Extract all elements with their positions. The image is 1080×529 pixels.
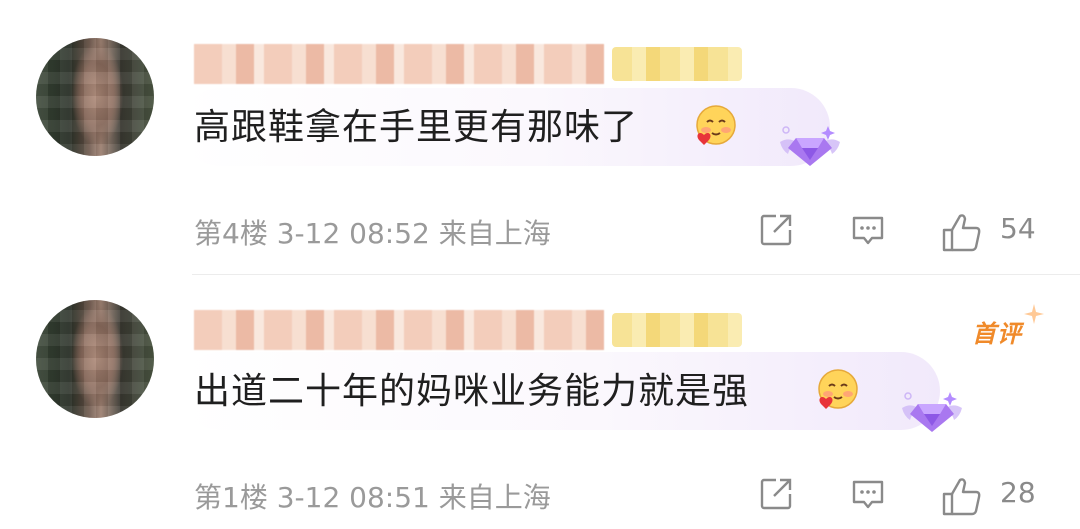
username-blurred[interactable] <box>194 310 604 350</box>
comment-meta: 第1楼 3-12 08:51 来自上海 <box>194 476 551 516</box>
blush-heart-emoji-icon <box>818 369 858 409</box>
like-count: 28 <box>1000 476 1036 509</box>
comment-text: 出道二十年的妈咪业务能力就是强 <box>194 371 750 412</box>
comment-date: 3-12 08:52 <box>276 217 430 250</box>
comment-location: 来自上海 <box>438 481 551 514</box>
user-tag-blurred <box>612 313 742 347</box>
comment-item: 高跟鞋拿在手里更有那味了 第4楼 3-12 08:52 来自上海 54 <box>0 0 1080 275</box>
diamond-wings-icon <box>902 392 962 432</box>
comment-text: 高跟鞋拿在手里更有那味了 <box>194 107 639 148</box>
thumbs-up-icon[interactable] <box>940 210 984 254</box>
comment-date: 3-12 08:51 <box>276 481 430 514</box>
comment-meta: 第4楼 3-12 08:52 来自上海 <box>194 212 551 252</box>
blush-heart-emoji-icon <box>696 105 736 145</box>
user-tag-blurred <box>612 47 742 81</box>
share-icon[interactable] <box>756 210 796 250</box>
comment-location: 来自上海 <box>438 217 551 250</box>
comment-icon[interactable] <box>848 210 888 250</box>
like-count: 54 <box>1000 212 1036 245</box>
share-icon[interactable] <box>756 474 796 514</box>
floor-number: 第4楼 <box>194 217 268 250</box>
avatar[interactable] <box>36 38 154 156</box>
comment-icon[interactable] <box>848 474 888 514</box>
comment-item: 首评 出道二十年的妈咪业务能力就是强 第1楼 3-12 08:51 来自上海 2… <box>0 276 1080 529</box>
diamond-wings-icon <box>780 126 840 166</box>
sparkle-icon <box>1024 304 1044 324</box>
first-comment-badge: 首评 <box>972 320 1022 348</box>
divider <box>192 274 1080 275</box>
floor-number: 第1楼 <box>194 481 268 514</box>
avatar[interactable] <box>36 300 154 418</box>
thumbs-up-icon[interactable] <box>940 474 984 518</box>
username-blurred[interactable] <box>194 44 604 84</box>
